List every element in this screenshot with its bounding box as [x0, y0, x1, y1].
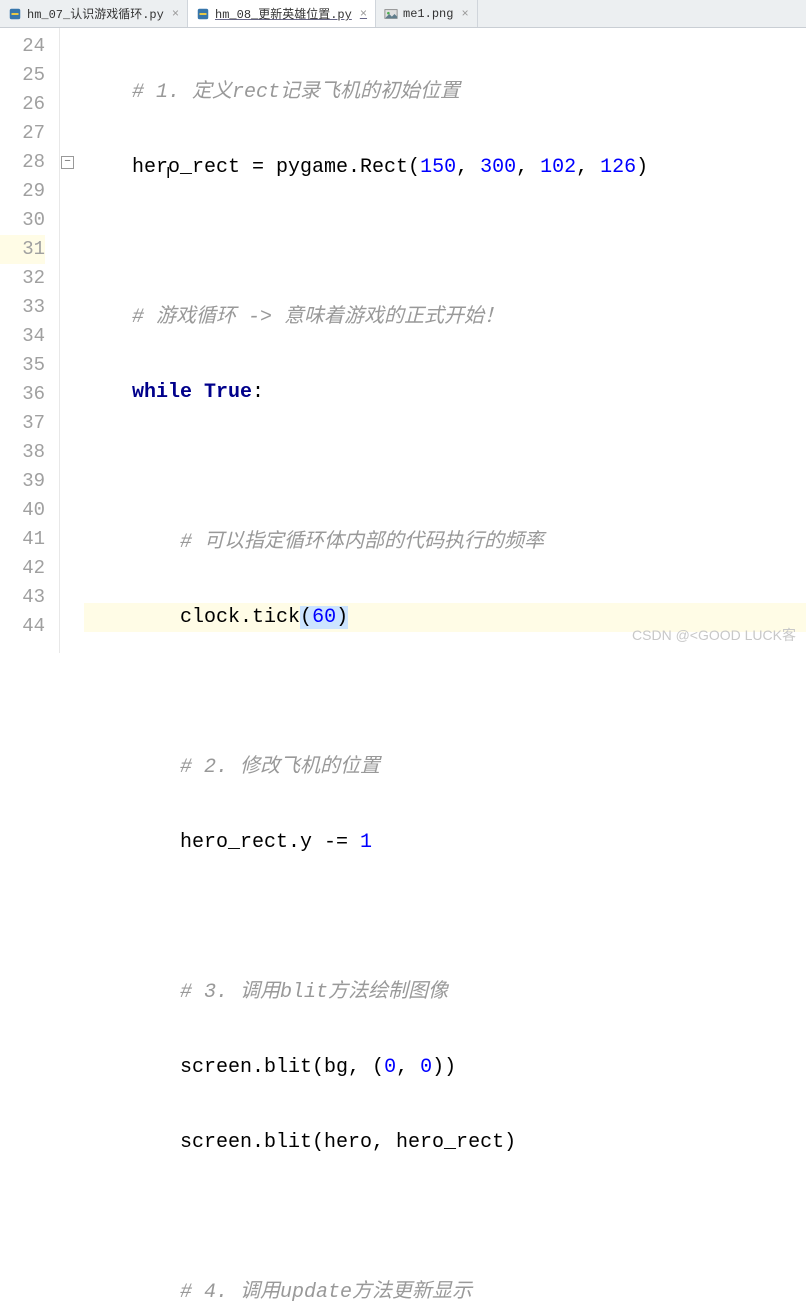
line-number: 39 — [0, 467, 45, 496]
line-number: 29 — [0, 177, 45, 206]
line-number: 24 — [0, 32, 45, 61]
code-line — [84, 1203, 806, 1232]
tab-hm07[interactable]: hm_07_认识游戏循环.py × — [0, 0, 188, 27]
code-line: # 游戏循环 -> 意味着游戏的正式开始！ — [84, 303, 806, 332]
code-line: hero_rect = pygame.Rect(150, 300, 102, 1… — [84, 153, 806, 182]
line-number: 34 — [0, 322, 45, 351]
line-number: 44 — [0, 612, 45, 641]
editor-tabbar: hm_07_认识游戏循环.py × hm_08_更新英雄位置.py × me1.… — [0, 0, 806, 28]
line-number: 36 — [0, 380, 45, 409]
code-line — [84, 453, 806, 482]
line-number: 40 — [0, 496, 45, 525]
line-number: 28 — [0, 148, 45, 177]
code-line: # 1. 定义rect记录飞机的初始位置 — [84, 78, 806, 107]
image-file-icon — [384, 7, 398, 21]
tab-label: hm_08_更新英雄位置.py — [215, 5, 352, 22]
line-number-gutter: 24 25 26 27 28 29 30 31 32 33 34 35 36 3… — [0, 28, 60, 653]
line-number: 26 — [0, 90, 45, 119]
line-number: 37 — [0, 409, 45, 438]
code-line: screen.blit(bg, (0, 0)) — [84, 1053, 806, 1082]
line-number: 27 — [0, 119, 45, 148]
line-number: 38 — [0, 438, 45, 467]
tab-me1png[interactable]: me1.png × — [376, 0, 478, 27]
code-line: screen.blit(hero, hero_rect) — [84, 1128, 806, 1157]
line-number: 32 — [0, 264, 45, 293]
code-line: # 2. 修改飞机的位置 — [84, 753, 806, 782]
line-number: 43 — [0, 583, 45, 612]
fold-column: − — [60, 28, 78, 653]
line-number: 35 — [0, 351, 45, 380]
python-file-icon — [8, 7, 22, 21]
code-line-current: clock.tick(60) — [84, 603, 806, 632]
line-number: 31 — [0, 235, 45, 264]
python-file-icon — [196, 7, 210, 21]
line-number: 25 — [0, 61, 45, 90]
close-icon[interactable]: × — [169, 7, 179, 21]
close-icon[interactable]: × — [357, 7, 367, 21]
code-line: # 3. 调用blit方法绘制图像 — [84, 978, 806, 1007]
line-number: 30 — [0, 206, 45, 235]
code-line — [84, 228, 806, 257]
code-line — [84, 678, 806, 707]
code-editor[interactable]: 24 25 26 27 28 29 30 31 32 33 34 35 36 3… — [0, 28, 806, 653]
tab-hm08[interactable]: hm_08_更新英雄位置.py × — [188, 0, 376, 27]
selection: (60) — [300, 606, 348, 629]
fold-marker-icon[interactable]: − — [61, 156, 74, 169]
code-line: # 4. 调用update方法更新显示 — [84, 1278, 806, 1306]
line-number: 42 — [0, 554, 45, 583]
line-number: 41 — [0, 525, 45, 554]
code-line: # 可以指定循环体内部的代码执行的频率 — [84, 528, 806, 557]
text-caret-icon: I — [166, 159, 170, 188]
close-icon[interactable]: × — [458, 7, 468, 21]
tab-label: hm_07_认识游戏循环.py — [27, 5, 164, 22]
code-line — [84, 903, 806, 932]
code-line: hero_rect.y -= 1 — [84, 828, 806, 857]
code-line: while True:I — [84, 378, 806, 407]
tab-label: me1.png — [403, 7, 453, 21]
line-number: 33 — [0, 293, 45, 322]
code-area[interactable]: # 1. 定义rect记录飞机的初始位置 hero_rect = pygame.… — [78, 28, 806, 653]
